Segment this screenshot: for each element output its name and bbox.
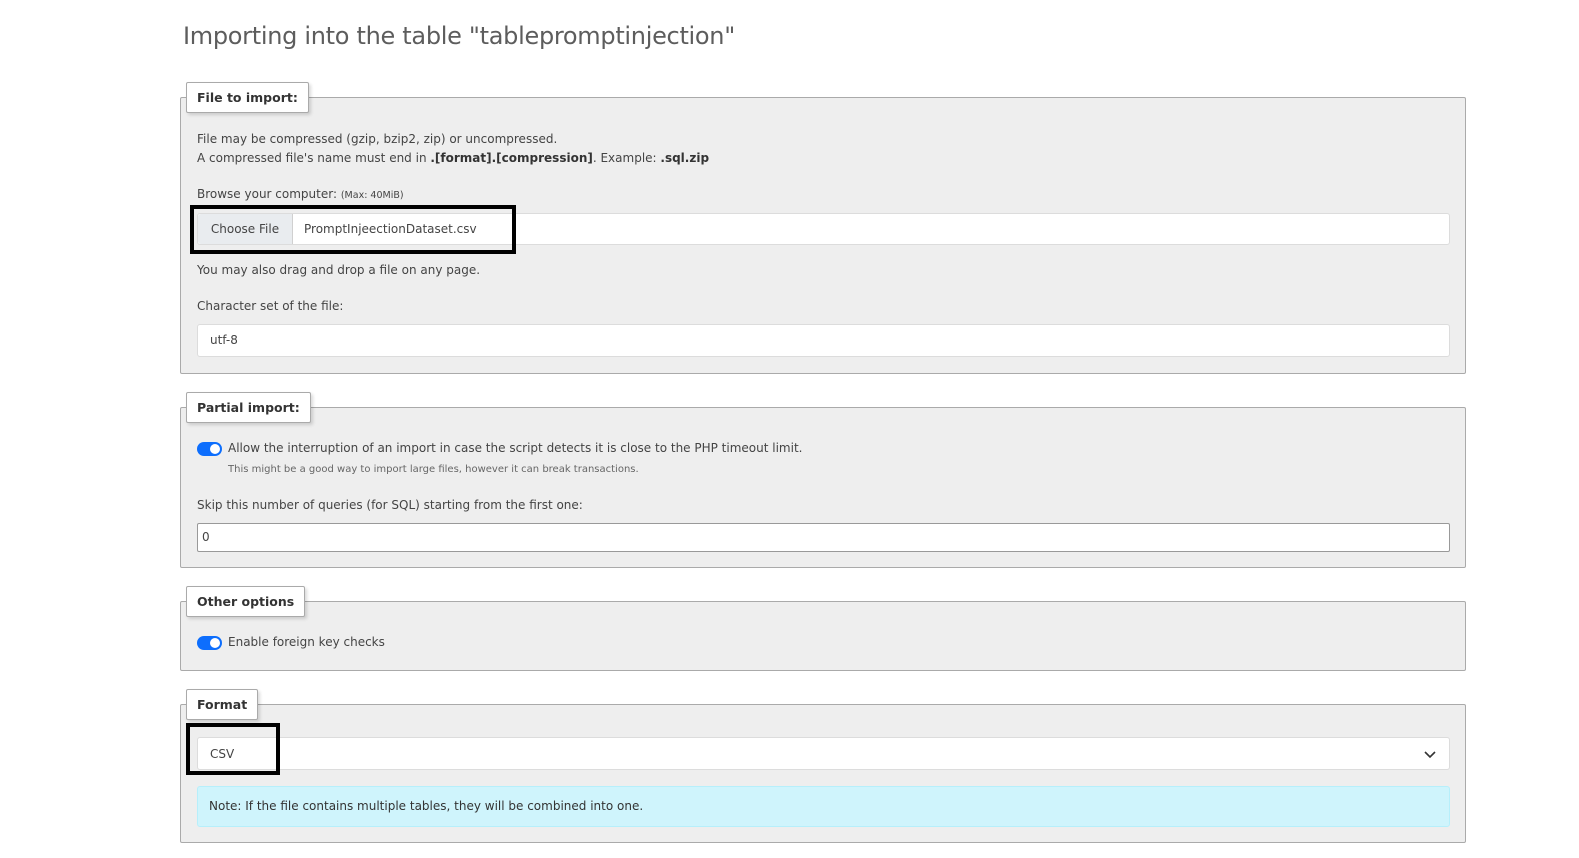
skip-queries-input[interactable]: 0 (197, 523, 1450, 552)
other-options-legend: Other options (186, 586, 306, 617)
compression-example: .sql.zip (660, 151, 710, 165)
multiple-tables-note: Note: If the file contains multiple tabl… (197, 786, 1450, 827)
partial-import-panel: Partial import: Allow the interruption o… (180, 392, 1466, 568)
compression-info-mid: . Example: (592, 151, 661, 165)
file-to-import-legend: File to import: (186, 82, 309, 113)
format-panel: Format CSV Note: If the file contains mu… (180, 689, 1466, 843)
browse-label: Browse your computer: (Max: 40MiB) (197, 187, 404, 201)
compression-info-line1: File may be compressed (gzip, bzip2, zip… (197, 132, 558, 146)
format-legend: Format (186, 689, 259, 720)
file-input[interactable]: Choose File PromptInjeectionDataset.csv (197, 213, 1450, 245)
compression-format-pattern: .[format].[compression] (430, 151, 593, 165)
format-select[interactable]: CSV (197, 737, 1450, 770)
chevron-down-icon (1424, 751, 1436, 759)
browse-label-text: Browse your computer: (197, 187, 338, 201)
compression-info-line2: A compressed file's name must end in .[f… (197, 151, 709, 165)
page-title: Importing into the table "tablepromptinj… (183, 22, 735, 50)
other-options-panel: Other options Enable foreign key checks (180, 586, 1466, 671)
selected-file-name: PromptInjeectionDataset.csv (304, 222, 477, 236)
compression-info-prefix: A compressed file's name must end in (197, 151, 431, 165)
foreign-key-checks-toggle[interactable] (197, 636, 222, 650)
file-to-import-panel: File to import: File may be compressed (… (180, 82, 1466, 374)
max-size-label: (Max: 40MiB) (340, 190, 404, 201)
format-select-value: CSV (210, 747, 235, 761)
allow-interrupt-label[interactable]: Allow the interruption of an import in c… (228, 441, 802, 455)
drag-drop-hint: You may also drag and drop a file on any… (197, 263, 481, 277)
charset-label: Character set of the file: (197, 299, 344, 313)
charset-select[interactable]: utf-8 (197, 324, 1450, 357)
skip-queries-label: Skip this number of queries (for SQL) st… (197, 498, 583, 512)
partial-import-legend: Partial import: (186, 392, 311, 423)
allow-interrupt-toggle[interactable] (197, 442, 222, 456)
foreign-key-checks-label[interactable]: Enable foreign key checks (228, 635, 385, 649)
choose-file-button[interactable]: Choose File (198, 214, 293, 244)
allow-interrupt-hint: This might be a good way to import large… (228, 464, 639, 475)
